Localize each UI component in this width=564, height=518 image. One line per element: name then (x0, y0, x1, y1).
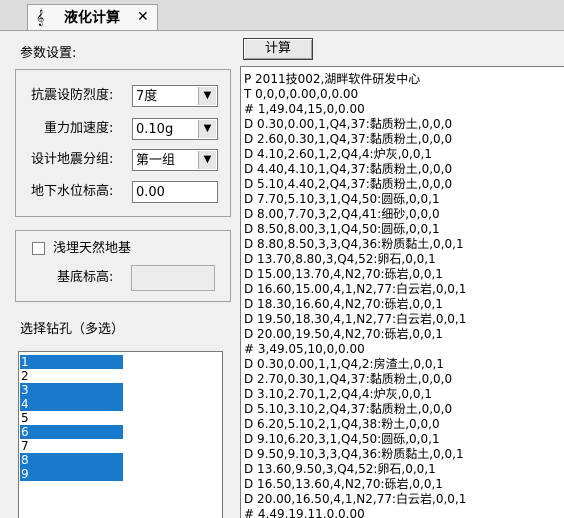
output-line: T 0,0,0,0.00,0,0.00 (244, 87, 359, 101)
gravity-select[interactable]: 0.10g ▼ (132, 118, 218, 140)
list-item[interactable]: 2 (20, 369, 29, 383)
output-line: P 2011技002,湖畔软件研发中心 (244, 72, 421, 86)
tab-liquefaction[interactable]: 𝄞 液化计算 ✕ (27, 4, 158, 31)
output-line: D 20.00,16.50,4,1,N2,77:白云岩,0,0,1 (244, 492, 467, 506)
output-line: D 0.30,0.00,1,Q4,37:黏质粉土,0,0,0 (244, 117, 453, 131)
output-line: D 5.10,3.10,2,Q4,37:黏质粉土,0,0,0 (244, 402, 453, 416)
gravity-value: 0.10g (136, 122, 174, 137)
output-line: D 2.70,0.30,1,Q4,37:黏质粉土,0,0,0 (244, 372, 453, 386)
list-item[interactable]: 4 (20, 397, 123, 411)
group-select[interactable]: 第一组 ▼ (132, 149, 218, 171)
list-item[interactable]: 1 (20, 355, 123, 369)
output-line: D 3.10,2.70,1,2,Q4,4:炉灰,0,0,1 (244, 387, 432, 401)
output-line: D 15.00,13.70,4,N2,70:砾岩,0,0,1 (244, 267, 443, 281)
output-line: D 16.60,15.00,4,1,N2,77:白云岩,0,0,1 (244, 282, 467, 296)
group-label: 设计地震分组: (31, 152, 114, 167)
tab-bar: 𝄞 液化计算 ✕ (0, 0, 564, 31)
intensity-select[interactable]: 7度 ▼ (132, 85, 218, 107)
chevron-down-icon[interactable]: ▼ (198, 87, 216, 105)
output-line: D 8.80,8.50,3,3,Q4,36:粉质黏土,0,0,1 (244, 237, 464, 251)
output-line: D 0.30,0.00,1,1,Q4,2:房渣土,0,0,1 (244, 357, 444, 371)
output-text-area[interactable]: P 2011技002,湖畔软件研发中心 T 0,0,0,0.00,0,0.00 # … (240, 66, 564, 518)
intensity-label: 抗震设防烈度: (31, 88, 114, 103)
output-line: # 1,49.04,15,0,0.00 (244, 102, 365, 116)
output-line: D 20.00,19.50,4,N2,70:砾岩,0,0,1 (244, 327, 443, 341)
list-item[interactable]: 3 (20, 383, 123, 397)
list-item[interactable]: 7 (20, 439, 29, 453)
intensity-value: 7度 (136, 89, 158, 104)
output-line: D 8.00,7.70,3,2,Q4,41:细砂,0,0,0 (244, 207, 440, 221)
borehole-list[interactable]: 1 2 3 4 5 6 7 8 9 (18, 351, 223, 518)
list-item[interactable]: 9 (20, 467, 123, 481)
shallow-foundation-checkbox[interactable] (32, 242, 45, 255)
base-elevation-label: 基底标高: (57, 270, 114, 285)
output-line: D 7.70,5.10,3,1,Q4,50:圆砾,0,0,1 (244, 192, 440, 206)
close-icon[interactable]: ✕ (137, 8, 149, 26)
output-line: # 4,49.19,11,0,0.00 (244, 507, 365, 518)
output-line: D 13.70,8.80,3,Q4,52:卵石,0,0,1 (244, 252, 436, 266)
output-line: D 6.20,5.10,2,1,Q4,38:粉土,0,0,0 (244, 417, 440, 431)
compute-button[interactable]: 计算 (243, 38, 313, 60)
tab-divider (0, 30, 564, 31)
borehole-title: 选择钻孔（多选） (20, 322, 125, 337)
list-item[interactable]: 8 (20, 453, 123, 467)
output-line: D 2.60,0.30,1,Q4,37:黏质粉土,0,0,0 (244, 132, 453, 146)
music-note-icon: 𝄞 (36, 10, 45, 26)
chevron-down-icon[interactable]: ▼ (198, 120, 216, 138)
output-line: D 4.10,2.60,1,2,Q4,4:炉灰,0,0,1 (244, 147, 432, 161)
output-line: D 16.50,13.60,4,N2,70:砾岩,0,0,1 (244, 477, 443, 491)
output-line: D 5.10,4.40,2,Q4,37:黏质粉土,0,0,0 (244, 177, 453, 191)
params-title: 参数设置: (20, 46, 77, 61)
group-value: 第一组 (136, 153, 176, 168)
list-item[interactable]: 6 (20, 425, 123, 439)
base-elevation-input[interactable] (131, 265, 215, 291)
output-line: D 8.50,8.00,3,1,Q4,50:圆砾,0,0,1 (244, 222, 440, 236)
water-level-value: 0.00 (136, 185, 165, 200)
gravity-label: 重力加速度: (44, 121, 114, 136)
output-line: D 9.50,9.10,3,3,Q4,36:粉质黏土,0,0,1 (244, 447, 464, 461)
chevron-down-icon[interactable]: ▼ (198, 151, 216, 169)
output-line: D 4.40,4.10,1,Q4,37:黏质粉土,0,0,0 (244, 162, 453, 176)
output-line: D 13.60,9.50,3,Q4,52:卵石,0,0,1 (244, 462, 436, 476)
output-line: # 3,49.05,10,0,0.00 (244, 342, 365, 356)
water-label: 地下水位标高: (31, 184, 114, 199)
list-item[interactable]: 5 (20, 411, 29, 425)
water-level-input[interactable]: 0.00 (132, 181, 218, 203)
output-line: D 18.30,16.60,4,N2,70:砾岩,0,0,1 (244, 297, 443, 311)
tab-title: 液化计算 (64, 10, 120, 26)
output-line: D 19.50,18.30,4,1,N2,77:白云岩,0,0,1 (244, 312, 467, 326)
shallow-foundation-label: 浅埋天然地基 (53, 241, 132, 256)
output-line: D 9.10,6.20,3,1,Q4,50:圆砾,0,0,1 (244, 432, 440, 446)
